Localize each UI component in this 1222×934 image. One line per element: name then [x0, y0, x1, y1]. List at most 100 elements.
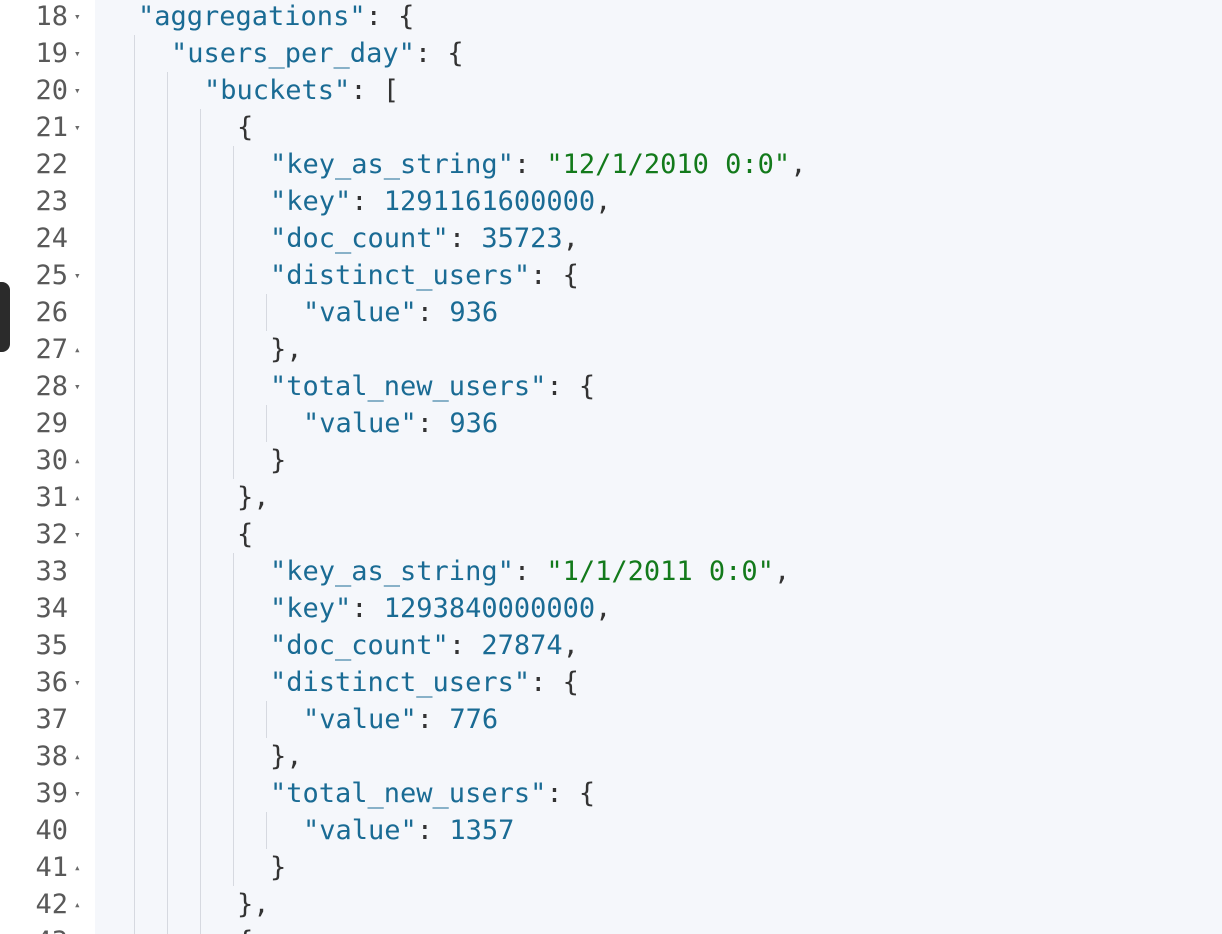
line-number: 18 [35, 1, 68, 32]
triangle-up-icon[interactable]: ▴ [74, 886, 81, 923]
line-number: 23 [35, 186, 68, 217]
json-punctuation: , [773, 556, 791, 587]
indent-guide [200, 886, 201, 923]
indent-guide [167, 109, 168, 146]
indent-guide [134, 923, 135, 934]
indent-guide [200, 775, 201, 812]
triangle-up-icon[interactable]: ▴ [74, 331, 81, 368]
code-line: 28 ▾ "total_new_users": { [0, 368, 1222, 405]
line-number: 42 [35, 889, 68, 920]
triangle-up-icon[interactable]: ▴ [74, 442, 81, 479]
json-punctuation: : [351, 593, 384, 624]
indent-guide [134, 738, 135, 775]
triangle-up-icon[interactable]: ▴ [74, 849, 81, 886]
line-number: 40 [35, 815, 68, 846]
code-line: 21 ▾ { [0, 109, 1222, 146]
indent-guide [167, 257, 168, 294]
line-number: 35 [35, 630, 68, 661]
triangle-down-icon[interactable]: ▾ [74, 72, 81, 109]
indent-guide [167, 331, 168, 368]
triangle-down-icon[interactable]: ▾ [74, 368, 81, 405]
code-text: }, [270, 738, 303, 775]
line-number: 37 [35, 704, 68, 735]
json-punctuation: } [270, 445, 287, 476]
code-line: 30 ▴} [0, 442, 1222, 479]
triangle-down-icon[interactable]: ▾ [74, 516, 81, 553]
json-key: "key" [270, 593, 352, 624]
code-line: 36 ▾ "distinct_users": { [0, 664, 1222, 701]
indent-guide [233, 775, 234, 812]
triangle-down-icon[interactable]: ▾ [74, 109, 81, 146]
indent-guide [233, 553, 234, 590]
indent-guide [200, 146, 201, 183]
triangle-down-icon[interactable]: ▾ [74, 923, 81, 934]
code-text: "key_as_string": "1/1/2011 0:0", [270, 553, 790, 590]
triangle-up-icon[interactable]: ▴ [74, 738, 81, 775]
indent-guide [167, 627, 168, 664]
code-line: 39 ▾ "total_new_users": { [0, 775, 1222, 812]
indent-guide [233, 701, 234, 738]
indent-guide [200, 664, 201, 701]
line-number: 20 [35, 75, 68, 106]
indent-guide [134, 886, 135, 923]
json-response-editor[interactable]: 18 ▾ "aggregations": {19 ▾ "users_per_day": … [0, 0, 1222, 934]
code-line: 35 "doc_count": 27874, [0, 627, 1222, 664]
json-punctuation: : { [365, 1, 415, 32]
line-number: 38 [35, 741, 68, 772]
code-line: 42 ▴}, [0, 886, 1222, 923]
json-string-value: "12/1/2010 0:0" [546, 149, 791, 180]
indent-guide [233, 738, 234, 775]
json-key: "key_as_string" [270, 149, 514, 180]
json-key: "aggregations" [138, 1, 366, 32]
json-punctuation: : { [414, 38, 464, 69]
line-number: 24 [35, 223, 68, 254]
side-panel-handle[interactable] [0, 282, 10, 352]
indent-guide [134, 294, 135, 331]
indent-guide [134, 183, 135, 220]
indent-guide [167, 146, 168, 183]
triangle-down-icon[interactable]: ▾ [74, 775, 81, 812]
code-text: "distinct_users": { [270, 664, 579, 701]
code-text: "distinct_users": { [270, 257, 579, 294]
indent-guide [134, 590, 135, 627]
json-key: "buckets" [204, 75, 351, 106]
code-line: 18 ▾ "aggregations": { [0, 0, 1222, 35]
line-number: 25 [35, 260, 68, 291]
indent-guide [233, 294, 234, 331]
json-key: "value" [303, 297, 417, 328]
json-punctuation: , [562, 630, 579, 661]
json-punctuation: , [790, 149, 807, 180]
json-punctuation: : { [530, 667, 579, 698]
indent-guide [134, 479, 135, 516]
line-number: 27 [35, 334, 68, 365]
line-number: 28 [35, 371, 68, 402]
indent-guide [167, 220, 168, 257]
indent-guide [233, 627, 234, 664]
code-line: 31 ▴}, [0, 479, 1222, 516]
json-punctuation: : [ [350, 75, 400, 106]
triangle-down-icon[interactable]: ▾ [74, 257, 81, 294]
code-text: "users_per_day": { [171, 35, 464, 72]
triangle-up-icon[interactable]: ▴ [74, 479, 81, 516]
triangle-down-icon[interactable]: ▾ [74, 0, 81, 35]
code-line: 29 "value": 936 [0, 405, 1222, 442]
code-line: 23 "key": 1291161600000, [0, 183, 1222, 220]
triangle-down-icon[interactable]: ▾ [74, 664, 81, 701]
code-line: 19 ▾ "users_per_day": { [0, 35, 1222, 72]
indent-guide [200, 183, 201, 220]
indent-guide [134, 331, 135, 368]
indent-guide [134, 220, 135, 257]
indent-guide [134, 146, 135, 183]
indent-guide [167, 738, 168, 775]
code-text: } [270, 442, 286, 479]
triangle-down-icon[interactable]: ▾ [74, 35, 81, 72]
json-punctuation: , [562, 223, 579, 254]
indent-guide [167, 72, 168, 109]
code-text: }, [237, 479, 270, 516]
indent-guide [200, 627, 201, 664]
indent-guide [167, 442, 168, 479]
indent-guide [200, 405, 201, 442]
json-key: "value" [303, 408, 417, 439]
code-line: 41 ▴} [0, 849, 1222, 886]
json-number-value: 1291161600000 [383, 186, 596, 217]
